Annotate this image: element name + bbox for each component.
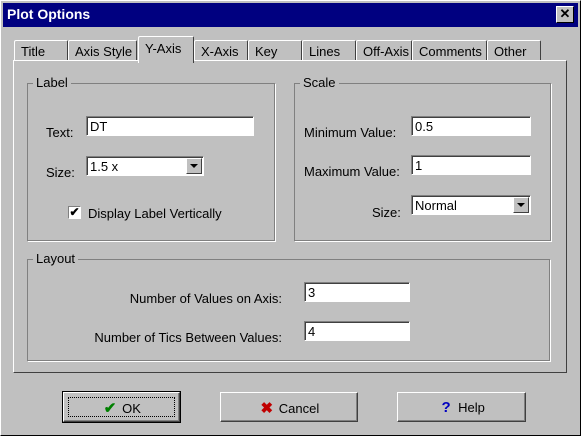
close-button[interactable]: ✕ <box>556 6 574 23</box>
help-icon: ? <box>441 399 451 416</box>
ok-label: OK <box>122 401 141 416</box>
tab-y-axis[interactable]: Y-Axis <box>138 36 194 63</box>
title-bar[interactable]: Plot Options ✕ <box>3 3 578 27</box>
maximum-value: 1 <box>415 158 423 173</box>
values-on-axis-label: Number of Values on Axis: <box>129 291 282 306</box>
chevron-down-icon[interactable] <box>186 158 202 174</box>
tab-label: Axis Style <box>75 44 133 59</box>
layout-group: Layout Number of Values on Axis: 3 Numbe… <box>27 251 550 361</box>
tab-lines[interactable]: Lines <box>302 40 356 61</box>
tab-label: Other <box>494 44 527 59</box>
tab-label: Y-Axis <box>145 41 182 56</box>
values-on-axis-value: 3 <box>308 285 316 300</box>
label-text-input[interactable]: DT <box>86 116 254 136</box>
tab-off-axis[interactable]: Off-Axis <box>356 40 412 61</box>
tab-key[interactable]: Key <box>248 40 302 61</box>
scale-group: Scale Minimum Value: 0.5 Maximum Value: … <box>294 75 551 241</box>
help-label: Help <box>458 400 485 415</box>
tics-between-values-value: 4 <box>308 324 316 339</box>
tics-between-values-input[interactable]: 4 <box>304 321 410 341</box>
tab-label: X-Axis <box>201 44 239 59</box>
check-icon: ✔ <box>103 400 117 417</box>
x-icon: ✖ <box>260 400 274 417</box>
scale-size-select[interactable]: Normal <box>411 195 531 215</box>
close-icon: ✕ <box>559 6 571 21</box>
display-vertically-checkbox[interactable]: ✔ <box>68 206 81 219</box>
tab-label: Off-Axis <box>363 44 409 59</box>
size-label: Size: <box>46 165 75 180</box>
label-group-legend: Label <box>33 75 71 90</box>
tab-title[interactable]: Title <box>14 40 68 61</box>
display-vertically-label[interactable]: Display Label Vertically <box>88 206 222 221</box>
minimum-value: 0.5 <box>415 119 434 134</box>
tics-between-values-label: Number of Tics Between Values: <box>94 330 282 345</box>
cancel-button[interactable]: ✖ Cancel <box>220 392 358 422</box>
tab-label: Title <box>21 44 46 59</box>
scale-group-legend: Scale <box>300 75 339 90</box>
cancel-label: Cancel <box>278 401 320 416</box>
label-group: Label Text: DT Size: 1.5 x ✔ Display Lab… <box>27 75 275 241</box>
maximum-value-input[interactable]: 1 <box>411 155 531 175</box>
tab-axis-style[interactable]: Axis Style <box>68 40 137 61</box>
minimum-value-label: Minimum Value: <box>304 125 397 140</box>
values-on-axis-input[interactable]: 3 <box>304 282 410 302</box>
y-axis-tab-panel: Label Text: DT Size: 1.5 x ✔ Display Lab… <box>13 60 567 373</box>
maximum-value-label: Maximum Value: <box>304 164 400 179</box>
ok-button[interactable]: ✔ OK <box>62 391 181 423</box>
check-icon: ✔ <box>69 205 80 219</box>
scale-size-value: Normal <box>415 198 457 213</box>
tab-other[interactable]: Other <box>487 40 541 61</box>
scale-size-label: Size: <box>372 205 401 220</box>
text-label: Text: <box>46 125 74 140</box>
window-title: Plot Options <box>7 6 91 22</box>
tab-x-axis[interactable]: X-Axis <box>194 40 248 61</box>
tab-label: Comments <box>419 44 482 59</box>
label-text-value: DT <box>90 119 108 134</box>
help-button[interactable]: ? Help <box>397 392 526 422</box>
tab-label: Key <box>255 44 278 59</box>
tab-label: Lines <box>309 44 341 59</box>
minimum-value-input[interactable]: 0.5 <box>411 116 531 136</box>
label-size-value: 1.5 x <box>90 159 119 174</box>
chevron-down-icon[interactable] <box>513 197 529 213</box>
layout-group-legend: Layout <box>33 251 79 266</box>
tab-comments[interactable]: Comments <box>412 40 487 61</box>
label-size-select[interactable]: 1.5 x <box>86 156 204 176</box>
